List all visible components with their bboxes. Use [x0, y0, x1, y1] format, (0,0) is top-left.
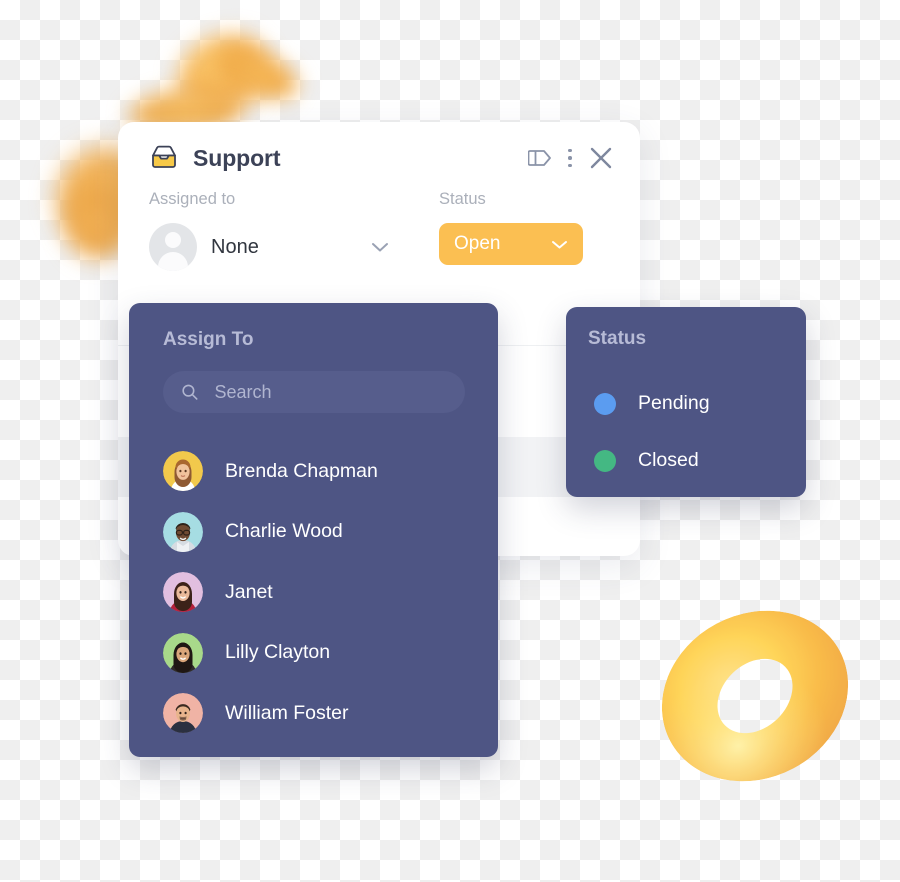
scene: Support Assigned to None Status Open Ass…: [0, 0, 900, 882]
header-actions: [528, 145, 614, 171]
status-popover: Status Pending Closed: [566, 307, 806, 497]
assignee-select[interactable]: None: [149, 223, 389, 271]
close-glyph: [590, 147, 612, 169]
list-item[interactable]: Brenda Chapman: [163, 441, 480, 502]
status-option-label: Pending: [638, 392, 710, 414]
assigned-to-label: Assigned to: [149, 190, 236, 208]
status-options-list: Pending Closed: [594, 375, 710, 489]
panel-toggle-icon[interactable]: [528, 148, 552, 168]
assign-to-popover: Assign To Search Brenda Chapman Charlie …: [129, 303, 498, 757]
list-item-label: William Foster: [225, 701, 349, 724]
status-option-label: Closed: [638, 449, 699, 471]
assignee-value: None: [211, 235, 259, 258]
status-select[interactable]: Open: [439, 223, 583, 265]
status-value: Open: [454, 233, 501, 254]
people-list: Brenda Chapman Charlie Wood Janet Lilly …: [163, 441, 480, 744]
avatar: [163, 693, 203, 734]
torus-shape: [661, 610, 849, 782]
list-item[interactable]: William Foster: [163, 683, 480, 744]
status-field: Status Open: [439, 190, 619, 271]
card-header: Support: [118, 122, 640, 172]
avatar-image: [163, 511, 203, 552]
panel-toggle-glyph: [528, 150, 551, 166]
close-icon[interactable]: [588, 145, 614, 171]
decor-blob-top-right: [208, 37, 308, 111]
chevron-down-icon: [372, 243, 388, 252]
status-label: Status: [439, 190, 486, 208]
kebab-glyph: [568, 148, 572, 168]
avatar-image: [163, 572, 203, 613]
avatar: [163, 632, 203, 673]
list-item-label: Lilly Clayton: [225, 641, 331, 664]
avatar: [163, 572, 203, 613]
avatar: [163, 451, 203, 492]
status-popover-title: Status: [588, 328, 647, 349]
status-option-pending[interactable]: Pending: [594, 375, 710, 432]
fields-row: Assigned to None Status Open: [118, 172, 640, 271]
list-item-label: Brenda Chapman: [225, 459, 378, 482]
search-input[interactable]: [214, 381, 447, 403]
list-item[interactable]: Lilly Clayton: [163, 623, 480, 684]
chevron-down-icon: [552, 240, 567, 248]
list-item[interactable]: Charlie Wood: [163, 502, 480, 563]
decor-blob-top: [168, 23, 284, 127]
assigned-to-field: Assigned to None: [149, 190, 439, 271]
avatar: [163, 511, 203, 552]
list-item-label: Janet: [225, 580, 273, 603]
avatar-image: [163, 451, 203, 492]
person-placeholder-avatar: [149, 223, 197, 271]
inbox-tray-icon: [152, 145, 176, 168]
status-dot-closed: [594, 449, 616, 472]
search-field[interactable]: [163, 371, 465, 413]
status-dot-pending: [594, 392, 616, 415]
more-options-icon[interactable]: [568, 148, 572, 168]
list-item[interactable]: Janet: [163, 562, 480, 623]
status-option-closed[interactable]: Closed: [594, 432, 710, 489]
list-item-label: Charlie Wood: [225, 520, 343, 543]
avatar-image: [163, 632, 203, 673]
search-icon: [182, 384, 198, 400]
page-title: Support: [193, 144, 281, 171]
avatar-image: [163, 693, 203, 734]
assign-to-title: Assign To: [163, 329, 254, 350]
